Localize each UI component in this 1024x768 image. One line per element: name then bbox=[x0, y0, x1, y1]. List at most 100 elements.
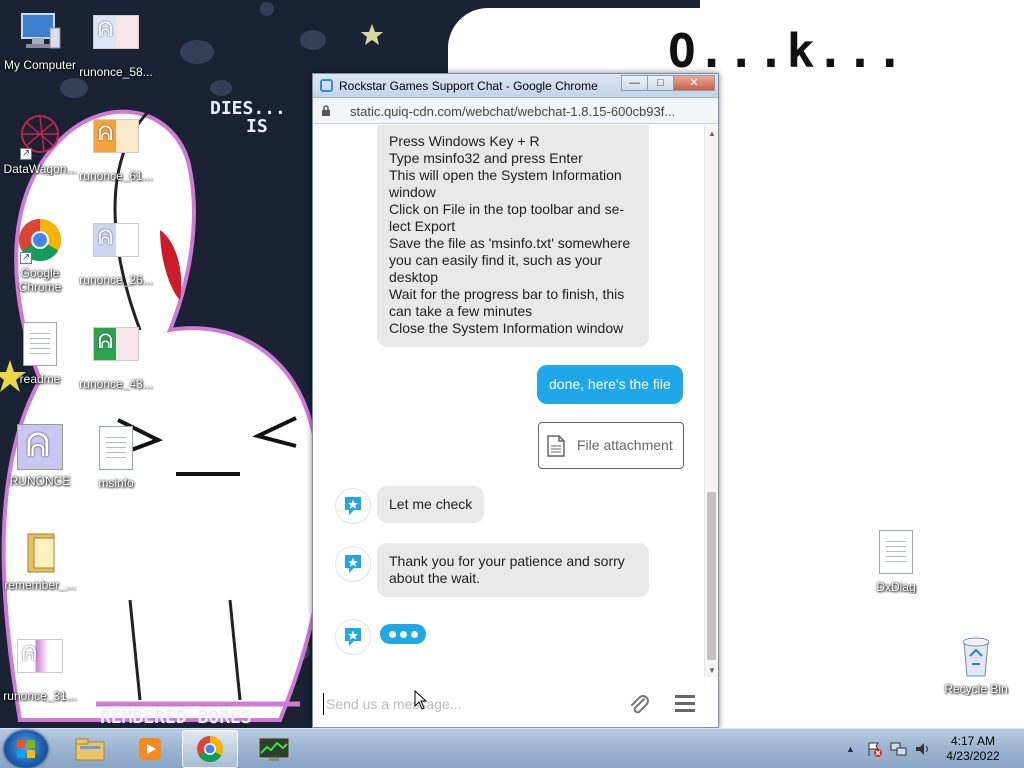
wallpaper-cloud bbox=[700, 0, 1024, 20]
wallpaper-text-is: IS bbox=[246, 116, 268, 137]
instruction-line: Type msinfo32 and press Enter bbox=[389, 150, 583, 166]
message-composer bbox=[313, 679, 718, 727]
agent-avatar bbox=[335, 488, 371, 524]
desktop-icon-recycle-bin[interactable]: Recycle Bin bbox=[936, 632, 1016, 696]
file-explorer-icon bbox=[75, 738, 105, 761]
desktop-icon-label: DataWagon... bbox=[3, 162, 77, 176]
recycle-bin-icon bbox=[952, 632, 1000, 680]
taskbar: ▲ 4:17 AM 4/23/2022 bbox=[0, 728, 1024, 768]
image-file-icon: ᕱ bbox=[16, 639, 64, 687]
text-file-icon bbox=[16, 322, 64, 370]
instruction-line: Click on File in the top toolbar and se-… bbox=[389, 201, 625, 234]
instruction-line: This will open the System Information wi… bbox=[389, 167, 622, 200]
desktop-icon-label: DxDiag bbox=[876, 580, 916, 594]
desktop-icon-label: runonce_61... bbox=[79, 169, 153, 183]
task-manager-icon bbox=[258, 737, 290, 761]
desktop-icon-datawagon[interactable]: ↗ DataWagon... bbox=[0, 112, 80, 176]
computer-icon bbox=[16, 8, 64, 56]
tray-show-hidden-icon[interactable]: ▲ bbox=[846, 744, 855, 754]
desktop-icon-my-computer[interactable]: My Computer bbox=[0, 8, 80, 72]
desktop-icon-runonce-31[interactable]: ᕱ runonce_31... bbox=[0, 632, 80, 703]
agent-avatar bbox=[335, 546, 371, 582]
menu-icon[interactable] bbox=[675, 695, 695, 713]
desktop-icon-msinfo[interactable]: msinfo bbox=[76, 424, 156, 490]
close-button[interactable]: ✕ bbox=[673, 75, 715, 91]
text-file-icon bbox=[872, 530, 920, 578]
desktop-icon-readme[interactable]: readme bbox=[0, 320, 80, 386]
maximize-button[interactable]: □ bbox=[647, 75, 674, 91]
file-attachment-label: File attachment bbox=[577, 437, 673, 453]
media-player-icon bbox=[139, 738, 161, 760]
message-input[interactable] bbox=[323, 693, 613, 715]
desktop-icon-label: msinfo bbox=[98, 476, 134, 490]
scroll-down-arrow-icon[interactable]: ▼ bbox=[708, 666, 716, 675]
desktop-icon-label: Google Chrome bbox=[18, 266, 62, 294]
image-file-icon: ᕱ bbox=[92, 119, 140, 167]
desktop-icon-label: runonce_58... bbox=[79, 65, 153, 79]
desktop-icon-google-chrome[interactable]: ↗ Google Chrome bbox=[0, 216, 80, 294]
agent-star-icon bbox=[345, 555, 361, 573]
runonce-app-icon: ᕱ bbox=[16, 424, 64, 472]
desktop-icon-label: runonce_31... bbox=[3, 689, 77, 703]
folder-icon bbox=[16, 528, 64, 576]
desktop-icon-label: Recycle Bin bbox=[944, 682, 1008, 696]
desktop-icon-label: My Computer bbox=[3, 58, 77, 72]
window-title: Rockstar Games Support Chat - Google Chr… bbox=[339, 79, 598, 93]
taskbar-media-player[interactable] bbox=[122, 730, 178, 768]
datawagon-shortcut-icon: ↗ bbox=[16, 112, 64, 160]
desktop-icon-label: runonce_26... bbox=[79, 273, 153, 287]
desktop-icon-runonce-43[interactable]: ᕱ runonce_43... bbox=[76, 320, 156, 391]
desktop-icon-runonce-app[interactable]: ᕱ RUNONCE bbox=[0, 424, 80, 488]
chrome-icon bbox=[197, 735, 224, 763]
instruction-line: Press Windows Key + R bbox=[389, 133, 540, 149]
paperclip-icon[interactable] bbox=[628, 693, 652, 717]
agent-avatar bbox=[335, 619, 371, 655]
scrollbar-thumb[interactable] bbox=[707, 492, 716, 660]
taskbar-task-manager[interactable] bbox=[246, 730, 302, 768]
taskbar-file-explorer[interactable] bbox=[62, 730, 118, 768]
agent-message-bubble: Thank you for your patience and sorry ab… bbox=[377, 543, 649, 597]
wallpaper-text-bottom: REMBERED BORES bbox=[100, 707, 252, 728]
agent-star-icon bbox=[345, 497, 361, 515]
address-url[interactable]: static.quiq-cdn.com/webchat/webchat-1.8.… bbox=[350, 104, 675, 119]
image-file-icon: ᕱ bbox=[92, 15, 140, 63]
desktop-icon-runonce-61[interactable]: ᕱ runonce_61... bbox=[76, 112, 156, 183]
instruction-line: Close the System Information window bbox=[389, 320, 624, 336]
start-button[interactable] bbox=[4, 730, 48, 768]
minimize-button[interactable]: — bbox=[621, 75, 648, 91]
agent-star-icon bbox=[345, 628, 361, 646]
file-attachment[interactable]: File attachment bbox=[538, 422, 684, 469]
mouse-cursor-icon bbox=[414, 690, 428, 710]
agent-message-bubble: Let me check bbox=[377, 486, 485, 523]
desktop-icon-label: runonce_43... bbox=[79, 377, 153, 391]
wallpaper-ok-text: O...k... bbox=[668, 24, 906, 78]
chat-scrollbar[interactable]: ▲ ▼ bbox=[704, 125, 717, 677]
scroll-up-arrow-icon[interactable]: ▲ bbox=[708, 129, 716, 138]
desktop-icon-label: remember_... bbox=[4, 578, 76, 592]
window-titlebar[interactable]: Rockstar Games Support Chat - Google Chr… bbox=[313, 74, 718, 98]
desktop-icon-runonce-58[interactable]: ᕱ runonce_58... bbox=[76, 8, 156, 79]
chat-browser-window[interactable]: Rockstar Games Support Chat - Google Chr… bbox=[312, 73, 719, 728]
chrome-icon: ↗ bbox=[16, 216, 64, 264]
instruction-line: Wait for the progress bar to finish, thi… bbox=[389, 286, 625, 319]
desktop-icon-remember[interactable]: remember_... bbox=[0, 528, 80, 592]
desktop-icon-runonce-26[interactable]: ᕱ runonce_26... bbox=[76, 216, 156, 287]
desktop-icon-dxdiag[interactable]: DxDiag bbox=[856, 528, 936, 594]
network-icon[interactable] bbox=[890, 741, 908, 757]
chat-transcript[interactable]: Press Windows Key + R Type msinfo32 and … bbox=[313, 125, 705, 677]
windows-flag-icon bbox=[17, 740, 35, 758]
image-file-icon: ᕱ bbox=[92, 223, 140, 271]
user-message-bubble: done, here's the file bbox=[537, 365, 683, 404]
desktop-icon-label: RUNONCE bbox=[9, 474, 71, 488]
image-file-icon: ᕱ bbox=[92, 327, 140, 375]
action-center-flag-icon[interactable] bbox=[866, 741, 882, 757]
system-clock[interactable]: 4:17 AM 4/23/2022 bbox=[938, 734, 1008, 764]
agent-instructions-bubble: Press Windows Key + R Type msinfo32 and … bbox=[377, 125, 649, 347]
quiq-icon bbox=[320, 79, 333, 92]
document-icon bbox=[547, 434, 565, 457]
clock-date: 4/23/2022 bbox=[946, 749, 1000, 763]
volume-icon[interactable] bbox=[914, 741, 930, 757]
taskbar-chrome[interactable] bbox=[182, 730, 238, 768]
typing-indicator bbox=[380, 624, 426, 644]
address-bar[interactable]: static.quiq-cdn.com/webchat/webchat-1.8.… bbox=[313, 98, 718, 124]
